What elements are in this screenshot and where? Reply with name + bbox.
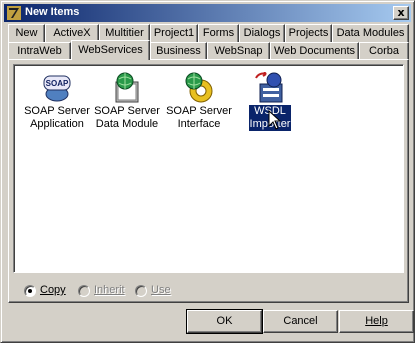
- tab-label: Multitier: [105, 27, 144, 39]
- wsdl-importer-icon: [255, 72, 283, 103]
- radio-use[interactable]: Use: [135, 284, 185, 298]
- tab-forms[interactable]: Forms: [198, 24, 239, 42]
- button-label: Help: [365, 315, 388, 327]
- item-label: SOAP Server Application: [24, 105, 90, 130]
- radio-dot: [78, 285, 90, 297]
- tab-new[interactable]: New: [8, 24, 45, 42]
- radio-inherit[interactable]: Inherit: [78, 284, 138, 298]
- tab-label: New: [15, 27, 38, 39]
- tab-projects[interactable]: Projects: [285, 24, 332, 42]
- radio-label: Use: [151, 284, 171, 296]
- window-title: New Items: [25, 6, 80, 18]
- ok-button[interactable]: OK: [186, 309, 263, 334]
- items-list-view[interactable]: SOAP SOAP Server Application SOAP Server D…: [13, 64, 404, 273]
- tab-label: Projects: [288, 27, 329, 39]
- tab-label: ActiveX: [53, 27, 91, 39]
- button-label: OK: [216, 315, 233, 327]
- item-soap-server-interface[interactable]: SOAP Server Interface: [161, 72, 237, 131]
- radio-label: Copy: [40, 284, 66, 296]
- tab-business[interactable]: Business: [150, 42, 207, 60]
- help-button[interactable]: Help: [339, 310, 414, 333]
- new-items-dialog: New Items x New ActiveX Multitier Projec…: [0, 0, 415, 343]
- tab-label: Business: [156, 45, 201, 57]
- soap-icon: SOAP: [43, 75, 71, 102]
- button-label: Cancel: [283, 315, 318, 327]
- tab-corba[interactable]: Corba: [359, 42, 409, 60]
- tab-label: WebServices: [78, 44, 143, 56]
- tab-label: Dialogs: [243, 27, 281, 39]
- tab-websnap[interactable]: WebSnap: [207, 42, 270, 60]
- radio-label: Inherit: [94, 284, 125, 296]
- item-label: SOAP Server Data Module: [94, 105, 160, 130]
- interface-icon: [185, 72, 213, 103]
- radio-dot: [135, 285, 147, 297]
- tab-label: Forms: [202, 27, 235, 39]
- radio-copy[interactable]: Copy: [24, 284, 84, 298]
- tab-data-modules[interactable]: Data Modules: [332, 24, 409, 42]
- radio-dot: [24, 285, 36, 297]
- tab-label: Project1: [153, 27, 195, 39]
- tab-label: IntraWeb: [17, 45, 62, 57]
- tab-label: Data Modules: [336, 27, 405, 39]
- mouse-pointer-icon: [268, 110, 282, 130]
- item-label: SOAP Server Interface: [166, 105, 232, 130]
- tab-web-documents[interactable]: Web Documents: [270, 42, 359, 60]
- data-module-icon: [115, 72, 139, 103]
- close-button[interactable]: x: [393, 6, 409, 20]
- tab-intraweb[interactable]: IntraWeb: [8, 42, 71, 60]
- tab-label: Web Documents: [273, 45, 356, 57]
- title-bar[interactable]: New Items x: [4, 4, 411, 22]
- item-soap-server-data-module[interactable]: SOAP Server Data Module: [89, 72, 165, 131]
- tab-label: Corba: [369, 45, 399, 57]
- cancel-button[interactable]: Cancel: [263, 310, 338, 333]
- webservices-panel: SOAP SOAP Server Application SOAP Server D…: [8, 59, 409, 303]
- delphi-app-icon: [7, 6, 21, 20]
- tab-dialogs[interactable]: Dialogs: [239, 24, 285, 42]
- item-soap-server-application[interactable]: SOAP SOAP Server Application: [19, 72, 95, 131]
- svg-text:SOAP: SOAP: [46, 79, 69, 88]
- tab-webservices[interactable]: WebServices: [71, 40, 150, 60]
- tab-label: WebSnap: [214, 45, 263, 57]
- close-icon: x: [397, 6, 405, 19]
- tab-project1[interactable]: Project1: [150, 24, 198, 42]
